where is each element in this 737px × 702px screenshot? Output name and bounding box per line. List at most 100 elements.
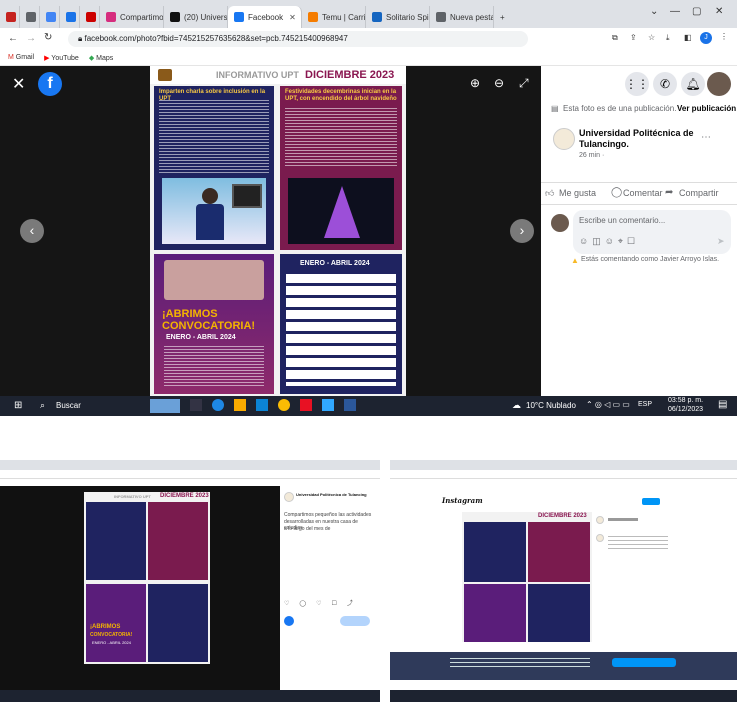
mini-post-button[interactable]	[340, 616, 370, 626]
close-viewer-icon[interactable]: ✕	[12, 74, 25, 94]
task-view-icon[interactable]	[190, 399, 202, 411]
facebook-logo-icon[interactable]: f	[38, 72, 62, 96]
browser-tab[interactable]	[60, 6, 80, 28]
bookmark-maps[interactable]: ◆ Maps	[89, 54, 113, 62]
zoom-out-icon[interactable]: ⊖	[494, 76, 504, 90]
illustrator-icon[interactable]	[300, 399, 312, 411]
windows-start-icon[interactable]: ⊞	[14, 400, 22, 411]
poster-panel-inclusion: Imparten charla sobre inclusión en la UP…	[154, 86, 274, 250]
browser-tab[interactable]: Nueva pestaña✕	[430, 6, 494, 28]
banner-text	[450, 658, 590, 668]
mini-bookmarks-bar	[0, 479, 380, 486]
mini-action-icons[interactable]: ♡◯♡☐⤴	[284, 598, 363, 607]
comment-tools-icons[interactable]: ☺◫☺⌖☐	[579, 236, 639, 247]
clock-date[interactable]: 06/12/2023	[668, 406, 703, 413]
tab-favicon-icon	[46, 12, 56, 22]
comment-box[interactable]: Escribe un comentario... ☺◫☺⌖☐ ➤	[573, 210, 731, 254]
store-icon[interactable]	[256, 399, 268, 411]
edge-icon[interactable]	[212, 399, 224, 411]
browser-tab[interactable]	[80, 6, 100, 28]
browser-tab[interactable]: Facebook ✕	[228, 6, 302, 28]
profile-avatar[interactable]: J	[700, 32, 712, 44]
poster-header-left: INFORMATIVO UPT	[216, 70, 299, 80]
tray-icons[interactable]: ⌃ ◎ ◁ ▭ ▭	[586, 400, 630, 409]
star-icon[interactable]: ☆	[648, 33, 655, 42]
comment-icon: ◯	[611, 187, 623, 198]
previous-photo-button[interactable]: ‹	[20, 219, 44, 243]
photoshop-icon[interactable]	[322, 399, 334, 411]
word-icon[interactable]	[344, 399, 356, 411]
language-indicator[interactable]: ESP	[638, 401, 652, 408]
mini-panel-inclusion	[464, 522, 526, 582]
browser-tab[interactable]: (20) Universid✕	[164, 6, 228, 28]
bookmark-label: Gmail	[15, 54, 35, 61]
browser-tab-strip: Compartimos✕(20) Universid✕Facebook✕Temu…	[0, 0, 737, 28]
browser-tab[interactable]: Temu | Carrito✕	[302, 6, 366, 28]
taskbar-search[interactable]: Buscar	[56, 401, 81, 410]
user-avatar[interactable]	[707, 72, 731, 96]
bookmark-youtube[interactable]: ▶ YouTube	[44, 54, 79, 62]
mini-signup-link[interactable]	[664, 498, 688, 505]
menu-grid-icon[interactable]: ⋮⋮	[625, 72, 649, 96]
minimize-icon[interactable]: —	[670, 6, 680, 17]
bookmark-gmail[interactable]: M Gmail	[8, 54, 34, 61]
browser-tab[interactable]	[0, 6, 20, 28]
browser-tab[interactable]	[20, 6, 40, 28]
screen-share-icon[interactable]: ⧉	[612, 33, 618, 43]
convocatoria-line-2: CONVOCATORIA!	[162, 320, 256, 332]
explorer-icon[interactable]	[234, 399, 246, 411]
taskbar-app-thumbnail[interactable]	[150, 399, 180, 413]
browser-tab[interactable]: Compartimos✕	[100, 6, 164, 28]
instagram-logo[interactable]: Instagram	[442, 496, 483, 505]
send-icon[interactable]: ➤	[717, 236, 725, 247]
weather-text[interactable]: 10°C Nublado	[526, 401, 576, 410]
download-icon[interactable]: ⤓	[666, 33, 670, 43]
browser-tab[interactable]: Solitario Spide✕	[366, 6, 430, 28]
poster-header-right: DICIEMBRE 2023	[305, 69, 395, 81]
windows-taskbar: ⊞ ⌕ Buscar ☁ 10°C Nublado ⌃ ◎ ◁ ▭ ▭ ESP …	[0, 396, 737, 416]
search-icon: ⌕	[40, 400, 46, 410]
next-photo-button[interactable]: ›	[510, 219, 534, 243]
more-options-icon[interactable]: ⋯	[701, 132, 711, 143]
mini-caption-avatar	[596, 534, 604, 542]
page-avatar[interactable]	[553, 128, 575, 150]
banner-login-button[interactable]	[612, 658, 676, 667]
tab-close-icon[interactable]: ✕	[289, 13, 296, 22]
forward-icon[interactable]: →	[26, 33, 36, 44]
poster-image: INFORMATIVO UPT DICIEMBRE 2023 Imparten …	[150, 66, 406, 396]
tab-favicon-icon	[66, 12, 76, 22]
tab-favicon-icon	[372, 12, 382, 22]
new-tab-button[interactable]: +	[494, 6, 511, 28]
restore-icon[interactable]: ▢	[692, 6, 701, 17]
messenger-icon[interactable]: ✆	[653, 72, 677, 96]
page-name[interactable]: Universidad Politécnica de Tulancingo.	[579, 128, 699, 150]
browser-tab[interactable]	[40, 6, 60, 28]
mini-login-button[interactable]	[642, 498, 660, 505]
poster-panel-christmas: Festividades decembrinas inician en la U…	[280, 86, 402, 250]
chevron-down-icon[interactable]: ⌄	[650, 6, 658, 17]
share-icon[interactable]: ⇪	[630, 33, 637, 42]
url-field[interactable]: 🔒︎ facebook.com/photo?fbid=7452152576356…	[68, 31, 528, 47]
menu-dots-icon[interactable]: ⋮	[720, 32, 728, 41]
share-button[interactable]: Compartir	[679, 188, 719, 198]
mini-poster: INFORMATIVO UPT DICIEMBRE 2023 ¡ABRIMOS …	[84, 492, 210, 664]
sidepanel-icon[interactable]: ◧	[684, 33, 692, 42]
bookmark-label: YouTube	[51, 54, 79, 62]
fullscreen-icon[interactable]: ⤢	[519, 76, 529, 91]
mini-page-avatar	[284, 492, 294, 502]
close-window-icon[interactable]: ✕	[715, 6, 723, 17]
like-button[interactable]: Me gusta	[559, 188, 596, 198]
view-post-link[interactable]: Ver publicación	[677, 104, 736, 113]
person-body	[196, 204, 224, 240]
back-icon[interactable]: ←	[8, 33, 18, 44]
chrome-icon[interactable]	[278, 399, 290, 411]
notifications-bell-icon[interactable]: 🔔︎	[681, 72, 705, 96]
comment-button[interactable]: Comentar	[623, 188, 663, 198]
notification-center-icon[interactable]: ▤	[718, 399, 727, 410]
tab-favicon-icon	[170, 12, 180, 22]
clock-time[interactable]: 03:58 p. m.	[668, 397, 703, 404]
zoom-in-icon[interactable]: ⊕	[470, 76, 480, 90]
mini-address-bar	[390, 470, 737, 479]
reload-icon[interactable]: ↻	[44, 32, 52, 43]
tab-label: (20) Universid	[184, 12, 228, 22]
